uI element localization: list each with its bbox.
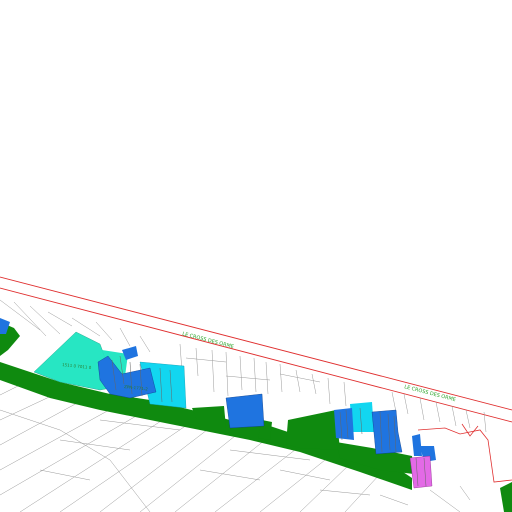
magenta-zone [409,455,433,489]
road-label: LE CROSS DES ORME [181,331,234,350]
cadastral-map[interactable]: LE CROSS DES ORME LE CROSS DES ORME 1511… [0,0,512,512]
